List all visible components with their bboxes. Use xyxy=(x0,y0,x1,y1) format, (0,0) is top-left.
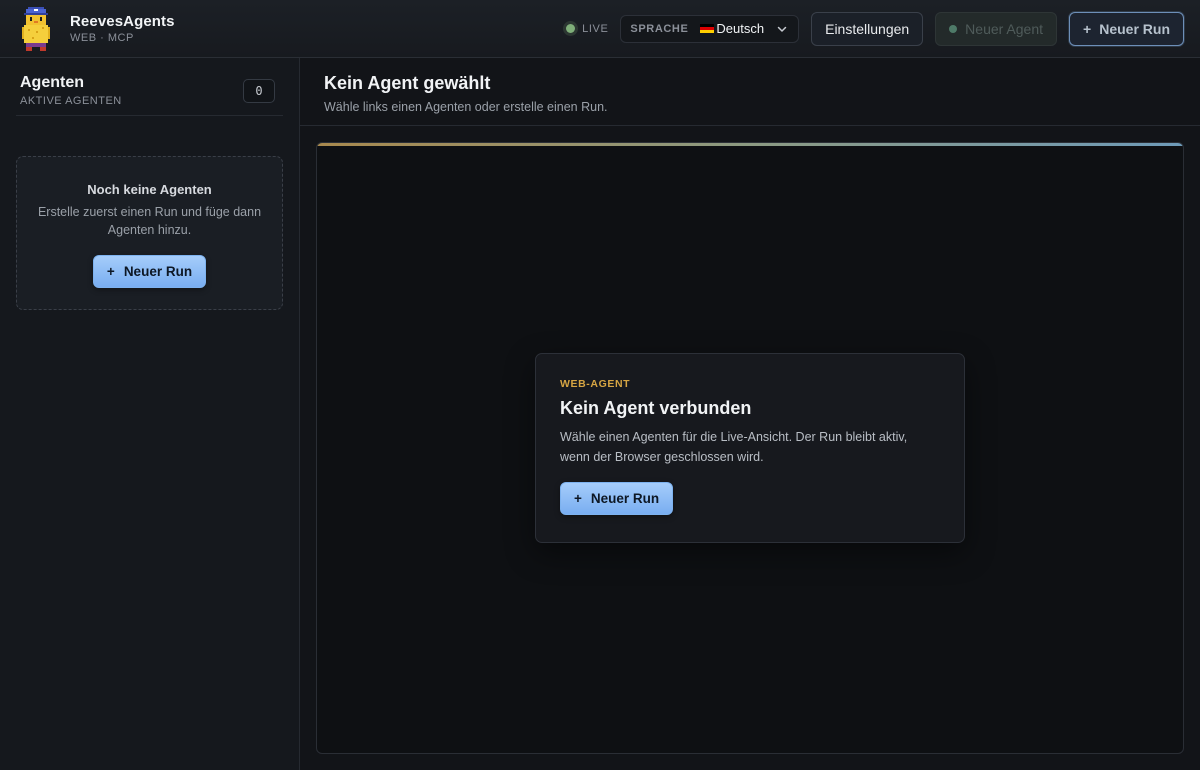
empty-agents-text: Erstelle zuerst einen Run und füge dann … xyxy=(37,205,262,237)
header-new-run-button[interactable]: + Neuer Run xyxy=(1069,11,1184,46)
live-view-stage: WEB-AGENT Kein Agent verbunden Wähle ein… xyxy=(316,142,1184,754)
sidebar-new-run-button[interactable]: + Neuer Run xyxy=(92,255,207,288)
chevron-down-icon xyxy=(777,26,787,32)
stage-accent-bar xyxy=(317,143,1183,146)
main-panel: Kein Agent gewählt Wähle links einen Age… xyxy=(300,58,1200,770)
german-flag-icon xyxy=(700,23,715,34)
card-title: Kein Agent verbunden xyxy=(560,398,752,418)
sidebar-subtitle: AKTIVE AGENTEN xyxy=(20,95,122,107)
language-value: Deutsch xyxy=(716,21,765,36)
sidebar-title: Agenten xyxy=(20,74,84,91)
top-bar: ReevesAgents WEB · MCP LIVE SPRACHE Deut… xyxy=(0,0,1200,58)
live-status-dot-icon xyxy=(566,24,576,33)
agent-status-dot-icon xyxy=(949,24,958,33)
sidebar-header: Agenten AKTIVE AGENTEN 0 xyxy=(16,74,283,116)
page-title: Kein Agent gewählt xyxy=(324,73,491,93)
brand-title: ReevesAgents xyxy=(70,13,175,30)
live-label: LIVE xyxy=(582,22,609,35)
language-label: SPRACHE xyxy=(630,22,689,35)
stage-wrapper: WEB-AGENT Kein Agent verbunden Wähle ein… xyxy=(300,126,1200,770)
plus-icon: + xyxy=(574,491,582,506)
brand-subtitle: WEB · MCP xyxy=(70,32,134,44)
header-new-run-label: Neuer Run xyxy=(1099,20,1170,37)
card-text: Wähle einen Agenten für die Live-Ansicht… xyxy=(560,430,908,464)
card-new-run-label: Neuer Run xyxy=(590,491,660,506)
new-agent-label: Neuer Agent xyxy=(965,20,1044,37)
new-agent-button[interactable]: Neuer Agent xyxy=(935,11,1058,46)
plus-icon: + xyxy=(1083,20,1092,37)
card-new-run-button[interactable]: + Neuer Run xyxy=(560,482,674,515)
language-select[interactable]: SPRACHE Deutsch xyxy=(620,14,800,43)
brand[interactable]: ReevesAgents WEB · MCP xyxy=(16,3,175,55)
card-eyebrow: WEB-AGENT xyxy=(560,378,631,390)
plus-icon: + xyxy=(106,264,115,279)
main-header: Kein Agent gewählt Wähle links einen Age… xyxy=(300,58,1200,126)
page-subtitle: Wähle links einen Agenten oder erstelle … xyxy=(324,100,608,114)
pixel-chick-mascot-icon xyxy=(22,6,50,51)
empty-agents-card: Noch keine Agenten Erstelle zuerst einen… xyxy=(16,156,283,310)
agent-count-badge: 0 xyxy=(243,78,275,103)
sidebar: Agenten AKTIVE AGENTEN 0 Noch keine Agen… xyxy=(0,58,300,770)
empty-agents-title: Noch keine Agenten xyxy=(87,182,212,197)
live-indicator: LIVE xyxy=(566,23,608,35)
settings-button[interactable]: Einstellungen xyxy=(811,11,924,46)
app: ReevesAgents WEB · MCP LIVE SPRACHE Deut… xyxy=(0,0,1200,770)
body: Agenten AKTIVE AGENTEN 0 Noch keine Agen… xyxy=(0,58,1200,770)
no-agent-card: WEB-AGENT Kein Agent verbunden Wähle ein… xyxy=(535,353,965,543)
sidebar-new-run-label: Neuer Run xyxy=(123,264,193,279)
